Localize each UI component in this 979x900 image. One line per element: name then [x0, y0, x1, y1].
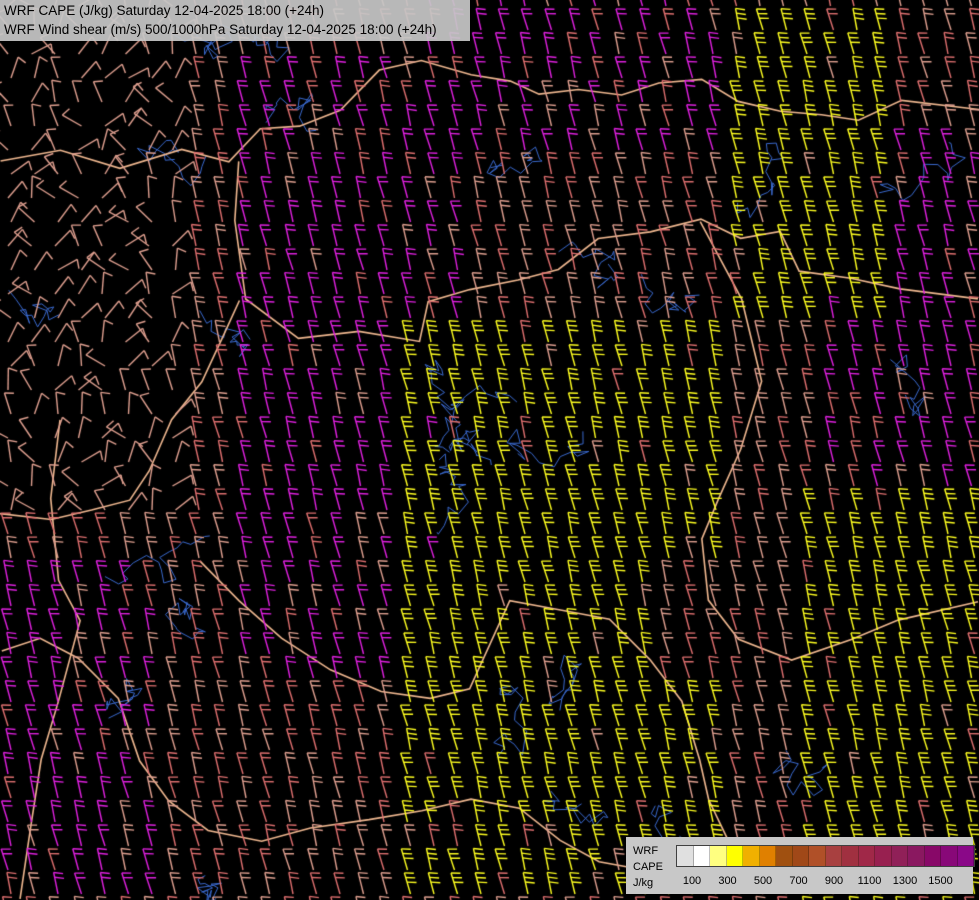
legend-field-label: CAPE — [633, 861, 663, 873]
legend-swatch — [924, 846, 941, 866]
legend-tick-label: 1100 — [857, 875, 882, 887]
map-canvas — [0, 0, 979, 900]
legend-tick-label: 900 — [824, 875, 844, 887]
legend-swatch — [743, 846, 760, 866]
legend-swatch — [693, 846, 710, 866]
legend-swatch — [842, 846, 859, 866]
legend-tick-label: 500 — [753, 875, 773, 887]
legend-tick-labels: 100 300 500 700 900 1100 1300 1500 — [626, 875, 973, 889]
legend-swatch — [759, 846, 776, 866]
legend-model-label: WRF — [633, 845, 659, 857]
legend-swatch — [825, 846, 842, 866]
legend-tick-label: 300 — [718, 875, 737, 887]
legend-swatch — [677, 846, 694, 866]
legend-swatch — [875, 846, 892, 866]
legend-swatch — [858, 846, 875, 866]
legend-swatch — [792, 846, 809, 866]
legend-swatch — [710, 846, 727, 866]
legend-tick-label: 1300 — [892, 875, 918, 887]
legend-swatch — [726, 846, 743, 866]
legend-swatch — [809, 846, 826, 866]
cape-title: WRF CAPE (J/kg) Saturday 12-04-2025 18:0… — [4, 3, 325, 18]
legend-swatch — [957, 846, 974, 866]
legend-color-scale — [676, 845, 975, 867]
legend-tick-label: 700 — [789, 875, 808, 887]
cape-legend: WRF CAPE J/kg 100 300 500 700 900 1100 1300 150… — [626, 837, 975, 894]
legend-swatch — [891, 846, 908, 866]
wind-shear-title: WRF Wind shear (m/s) 500/1000hPa Saturda… — [4, 22, 437, 37]
legend-tick-label: 1500 — [928, 875, 953, 887]
legend-swatch — [941, 846, 958, 866]
legend-swatch — [776, 846, 793, 866]
legend-tick-label: 100 — [682, 875, 702, 887]
title-box: WRF CAPE (J/kg) Saturday 12-04-2025 18:0… — [0, 0, 470, 41]
legend-swatch — [908, 846, 925, 866]
